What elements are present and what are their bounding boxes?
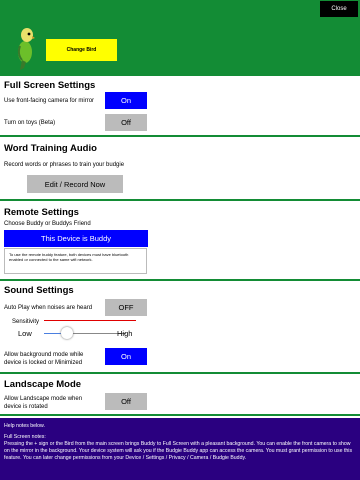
- help-body: Pressing the + sign or the Bird from the…: [4, 441, 353, 461]
- full-screen-settings-title: Full Screen Settings: [4, 80, 96, 91]
- autoplay-label: Auto Play when noises are heard: [4, 305, 93, 311]
- remote-note: To use the remote buddy feature, both de…: [4, 248, 147, 274]
- sound-settings-title: Sound Settings: [4, 285, 74, 296]
- edit-record-button[interactable]: Edit / Record Now: [27, 175, 123, 193]
- word-training-description: Record words or phrases to train your bu…: [4, 162, 125, 168]
- section-divider: [0, 199, 360, 201]
- landscape-mode-title: Landscape Mode: [4, 379, 82, 390]
- section-divider: [0, 279, 360, 281]
- toys-label: Turn on toys (Beta): [4, 120, 56, 126]
- header-bar: [0, 0, 360, 76]
- sensitivity-low-label: Low: [18, 329, 32, 338]
- help-panel: Help notes below. Full Screen notes: Pre…: [0, 418, 360, 480]
- sensitivity-label: Sensitivity: [12, 319, 40, 325]
- toys-toggle[interactable]: Off: [105, 114, 147, 131]
- budgie-bird-icon[interactable]: [14, 24, 36, 70]
- change-bird-button[interactable]: Change Bird: [46, 39, 117, 61]
- word-training-title: Word Training Audio: [4, 143, 97, 154]
- close-button[interactable]: Close: [320, 1, 358, 17]
- sensitivity-slider-thumb[interactable]: [60, 327, 73, 339]
- remote-settings-title: Remote Settings: [4, 207, 79, 218]
- help-subheading: Full Screen notes:: [4, 434, 46, 440]
- section-divider: [0, 414, 360, 416]
- sensitivity-indicator-line: [44, 320, 136, 321]
- device-is-buddy-button[interactable]: This Device is Buddy: [4, 230, 148, 247]
- sensitivity-high-label: High: [117, 329, 133, 338]
- front-camera-toggle[interactable]: On: [105, 92, 147, 109]
- landscape-label: Allow Landscape mode when device is rota…: [4, 396, 83, 410]
- background-mode-toggle[interactable]: On: [105, 348, 147, 365]
- section-divider: [0, 135, 360, 137]
- choose-buddy-label: Choose Buddy or Buddys Friend: [4, 221, 91, 227]
- section-divider: [0, 372, 360, 374]
- background-mode-label: Allow background mode while device is lo…: [4, 352, 84, 366]
- front-camera-label: Use front-facing camera for mirror: [4, 98, 95, 104]
- help-heading: Help notes below.: [4, 423, 45, 429]
- landscape-toggle[interactable]: Off: [105, 393, 147, 410]
- autoplay-toggle[interactable]: OFF: [105, 299, 147, 316]
